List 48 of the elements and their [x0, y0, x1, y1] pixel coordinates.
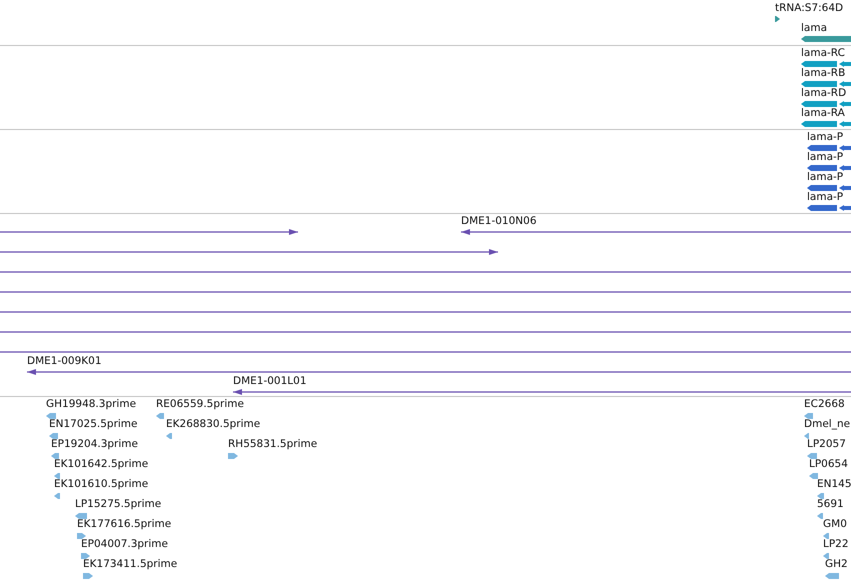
feature-label: tRNA:S7:64D	[775, 2, 844, 15]
feature-label: RH55831.5prime	[228, 438, 318, 451]
feature-arrow[interactable]	[75, 512, 87, 520]
feature-label: lama-P	[807, 171, 844, 184]
feature-label: EP19204.3prime	[51, 438, 138, 451]
clone-line[interactable]	[461, 228, 851, 236]
feature-label: LP22	[823, 538, 849, 551]
feature-label: EN145	[817, 478, 851, 491]
feature-label: EK268830.5prime	[166, 418, 260, 431]
feature-label: DME1-009K01	[27, 355, 102, 368]
feature-arrow[interactable]	[77, 532, 86, 540]
feature-arrow[interactable]	[54, 472, 60, 480]
feature-label: DME1-010N06	[461, 215, 537, 228]
feature-label: 5691	[817, 498, 844, 511]
clone-line[interactable]	[27, 368, 851, 376]
feature-label: lama-RB	[801, 67, 846, 80]
feature-arrow[interactable]	[49, 432, 58, 440]
feature-label: Dmel_ne	[804, 418, 850, 431]
feature-label: EK173411.5prime	[83, 558, 178, 571]
feature-label: lama-P	[807, 131, 844, 144]
feature-label: GH19948.3prime	[46, 398, 136, 411]
feature-label: LP0654	[809, 458, 848, 471]
feature-label: EK101610.5prime	[54, 478, 148, 491]
clone-line[interactable]	[233, 388, 851, 396]
clone-line[interactable]	[0, 248, 498, 256]
feature-label: EC2668	[804, 398, 845, 411]
feature-label: lama-RD	[801, 87, 846, 100]
feature-label: lama-RA	[801, 107, 845, 120]
feature-label: lama-P	[807, 151, 844, 164]
feature-arrow[interactable]	[46, 412, 56, 420]
feature-label: lama-RC	[801, 47, 845, 60]
feature-label: LP15275.5prime	[75, 498, 162, 511]
feature-label: DME1-001L01	[233, 375, 306, 388]
feature-arrow[interactable]	[81, 552, 90, 560]
feature-label: EN17025.5prime	[49, 418, 138, 431]
feature-label: EK177616.5prime	[77, 518, 172, 531]
feature-label: GH2	[825, 558, 848, 571]
clone-line[interactable]	[0, 228, 298, 236]
feature-label: LP2057	[807, 438, 846, 451]
feature-arrow[interactable]	[817, 492, 824, 500]
feature-label: lama-P	[807, 191, 844, 204]
feature-arrow[interactable]	[51, 452, 59, 460]
feature-arrow[interactable]	[804, 412, 813, 420]
feature-label: lama	[801, 22, 828, 35]
feature-label: GM0	[823, 518, 847, 531]
feature-label: RE06559.5prime	[156, 398, 244, 411]
feature-label: EP04007.3prime	[81, 538, 168, 551]
feature-label: EK101642.5prime	[54, 458, 148, 471]
